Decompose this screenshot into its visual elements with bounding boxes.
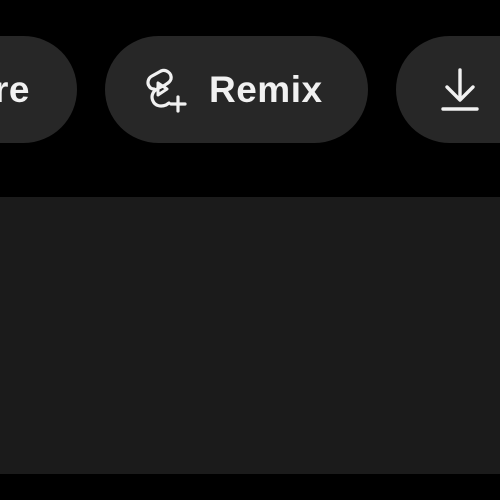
remix-button-label: Remix: [209, 68, 323, 110]
shorts-action-area: re Remix: [0, 0, 500, 500]
download-button[interactable]: [396, 36, 500, 143]
content-panel: [0, 197, 500, 474]
share-button-label: re: [0, 68, 30, 110]
share-button[interactable]: re: [0, 36, 77, 143]
remix-button[interactable]: Remix: [105, 36, 368, 143]
shorts-remix-icon: [141, 65, 191, 115]
download-icon: [440, 67, 480, 113]
